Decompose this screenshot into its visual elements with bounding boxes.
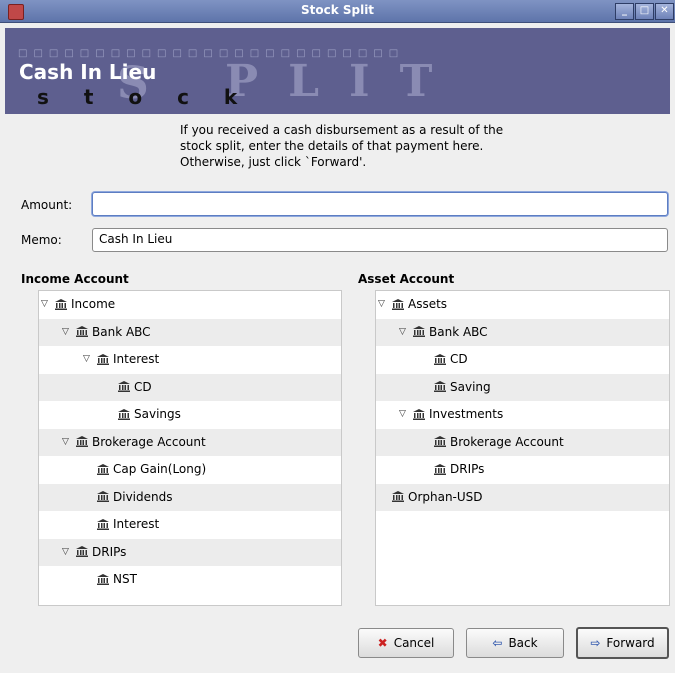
asset-account-tree[interactable]: ▽ Assets ▽ Bank ABC CD Saving ▽ Investments Brok… bbox=[375, 290, 670, 606]
expander-triangle-icon[interactable]: ▽ bbox=[41, 299, 55, 309]
tree-row[interactable]: CD bbox=[376, 346, 669, 374]
bank-account-icon bbox=[97, 463, 109, 475]
tree-row[interactable]: ▽ Investments bbox=[376, 401, 669, 429]
tree-row-label: Assets bbox=[408, 297, 448, 311]
expander-triangle-icon[interactable]: ▽ bbox=[62, 437, 76, 447]
tree-row[interactable]: Orphan-USD bbox=[376, 483, 669, 511]
tree-row-label: Bank ABC bbox=[92, 324, 151, 339]
income-account-tree[interactable]: ▽ Income ▽ Bank ABC ▽ Interest CD Savings ▽ Broke… bbox=[38, 290, 342, 606]
bank-account-icon bbox=[413, 408, 425, 420]
expander-triangle-icon[interactable]: ▽ bbox=[378, 299, 392, 309]
tree-row-label: Savings bbox=[134, 407, 181, 421]
bank-account-icon bbox=[392, 491, 404, 502]
expander-triangle-icon[interactable]: ▽ bbox=[62, 547, 76, 557]
tree-row[interactable]: ▽ Bank ABC bbox=[376, 318, 669, 346]
tree-row-label: Saving bbox=[450, 379, 491, 394]
bank-account-icon bbox=[118, 408, 130, 420]
minimize-icon[interactable]: _ bbox=[615, 3, 634, 20]
tree-row-label: Brokerage Account bbox=[92, 434, 206, 449]
tree-row-label: Cap Gain(Long) bbox=[113, 462, 207, 476]
expander-triangle-icon[interactable]: ▽ bbox=[399, 409, 413, 419]
tree-row-label: DRIPs bbox=[92, 544, 127, 559]
tree-row-label: Income bbox=[71, 297, 116, 311]
bank-account-icon bbox=[97, 491, 109, 502]
tree-row[interactable]: CD bbox=[39, 373, 341, 401]
expander-triangle-icon[interactable]: ▽ bbox=[83, 354, 97, 364]
tree-row-label: Brokerage Account bbox=[450, 434, 564, 449]
tree-row[interactable]: ▽ Bank ABC bbox=[39, 318, 341, 346]
bank-account-icon bbox=[97, 353, 109, 365]
bank-account-icon bbox=[392, 298, 404, 310]
bank-account-icon bbox=[97, 518, 109, 530]
tree-row[interactable]: Brokerage Account bbox=[376, 428, 669, 456]
cancel-button[interactable]: ✖ Cancel bbox=[358, 628, 454, 658]
tree-row[interactable]: NST bbox=[39, 566, 341, 594]
bank-account-icon bbox=[434, 436, 446, 447]
amount-input[interactable] bbox=[92, 192, 668, 216]
expander-triangle-icon[interactable]: ▽ bbox=[62, 327, 76, 337]
amount-label: Amount: bbox=[21, 198, 73, 212]
tree-row-label: Dividends bbox=[113, 489, 173, 504]
bank-account-icon bbox=[118, 381, 130, 392]
bank-account-icon bbox=[76, 546, 88, 557]
tree-row[interactable]: Savings bbox=[39, 401, 341, 429]
tree-row-label: Investments bbox=[429, 407, 504, 421]
bank-account-icon bbox=[434, 463, 446, 475]
tree-row-label: CD bbox=[450, 352, 468, 366]
tree-row[interactable]: ▽ Income bbox=[39, 291, 341, 319]
wizard-banner: □□□□□□□□□□□□□□□□□□□□□□□□□ S PLIT Cash In… bbox=[5, 28, 670, 114]
tree-row[interactable]: Dividends bbox=[39, 483, 341, 511]
tree-row-label: Orphan-USD bbox=[408, 489, 483, 504]
bank-account-icon bbox=[76, 326, 88, 337]
tree-row[interactable]: ▽ Assets bbox=[376, 291, 669, 319]
page-title: Cash In Lieu bbox=[19, 60, 157, 84]
tree-row-label: NST bbox=[113, 572, 137, 586]
tree-row[interactable]: ▽ DRIPs bbox=[39, 538, 341, 566]
memo-input[interactable]: Cash In Lieu bbox=[92, 228, 668, 252]
tree-row-label: Interest bbox=[113, 352, 160, 366]
forward-button[interactable]: ⇨ Forward bbox=[576, 627, 669, 659]
asset-account-label: Asset Account bbox=[358, 272, 455, 286]
back-button[interactable]: ⇦ Back bbox=[466, 628, 564, 658]
tree-row[interactable]: Cap Gain(Long) bbox=[39, 456, 341, 484]
bank-account-icon bbox=[434, 353, 446, 365]
tree-row[interactable]: ▽ Interest bbox=[39, 346, 341, 374]
forward-label: Forward bbox=[606, 636, 655, 650]
banner-bg-letters: PLIT bbox=[225, 56, 463, 107]
tree-row[interactable]: ▽ Brokerage Account bbox=[39, 428, 341, 456]
cancel-label: Cancel bbox=[393, 636, 435, 650]
close-icon[interactable]: ✕ bbox=[655, 3, 674, 20]
tree-row[interactable]: DRIPs bbox=[376, 456, 669, 484]
instructions-text: If you received a cash disbursement as a… bbox=[180, 123, 504, 169]
forward-arrow-icon: ⇨ bbox=[590, 636, 601, 650]
bank-account-icon bbox=[413, 326, 425, 337]
tree-row[interactable]: Interest bbox=[39, 511, 341, 539]
memo-label: Memo: bbox=[21, 233, 62, 247]
back-arrow-icon: ⇦ bbox=[492, 636, 503, 650]
tree-row-label: Bank ABC bbox=[429, 324, 488, 339]
back-label: Back bbox=[508, 636, 538, 650]
window-titlebar[interactable]: Stock Split _ □ ✕ bbox=[0, 0, 675, 23]
tree-row-label: Interest bbox=[113, 517, 160, 531]
income-account-label: Income Account bbox=[21, 272, 129, 286]
expander-triangle-icon[interactable]: ▽ bbox=[399, 327, 413, 337]
bank-account-icon bbox=[55, 298, 67, 310]
bank-account-icon bbox=[76, 436, 88, 447]
window-title: Stock Split bbox=[300, 3, 375, 17]
bank-account-icon bbox=[434, 381, 446, 392]
tree-row-label: CD bbox=[134, 379, 152, 394]
cancel-x-icon: ✖ bbox=[377, 636, 388, 650]
maximize-icon[interactable]: □ bbox=[635, 3, 654, 20]
tree-row[interactable]: Saving bbox=[376, 373, 669, 401]
bank-account-icon bbox=[97, 573, 109, 585]
banner-decor-letters: s t o c k bbox=[37, 85, 240, 109]
tree-row-label: DRIPs bbox=[450, 462, 485, 476]
